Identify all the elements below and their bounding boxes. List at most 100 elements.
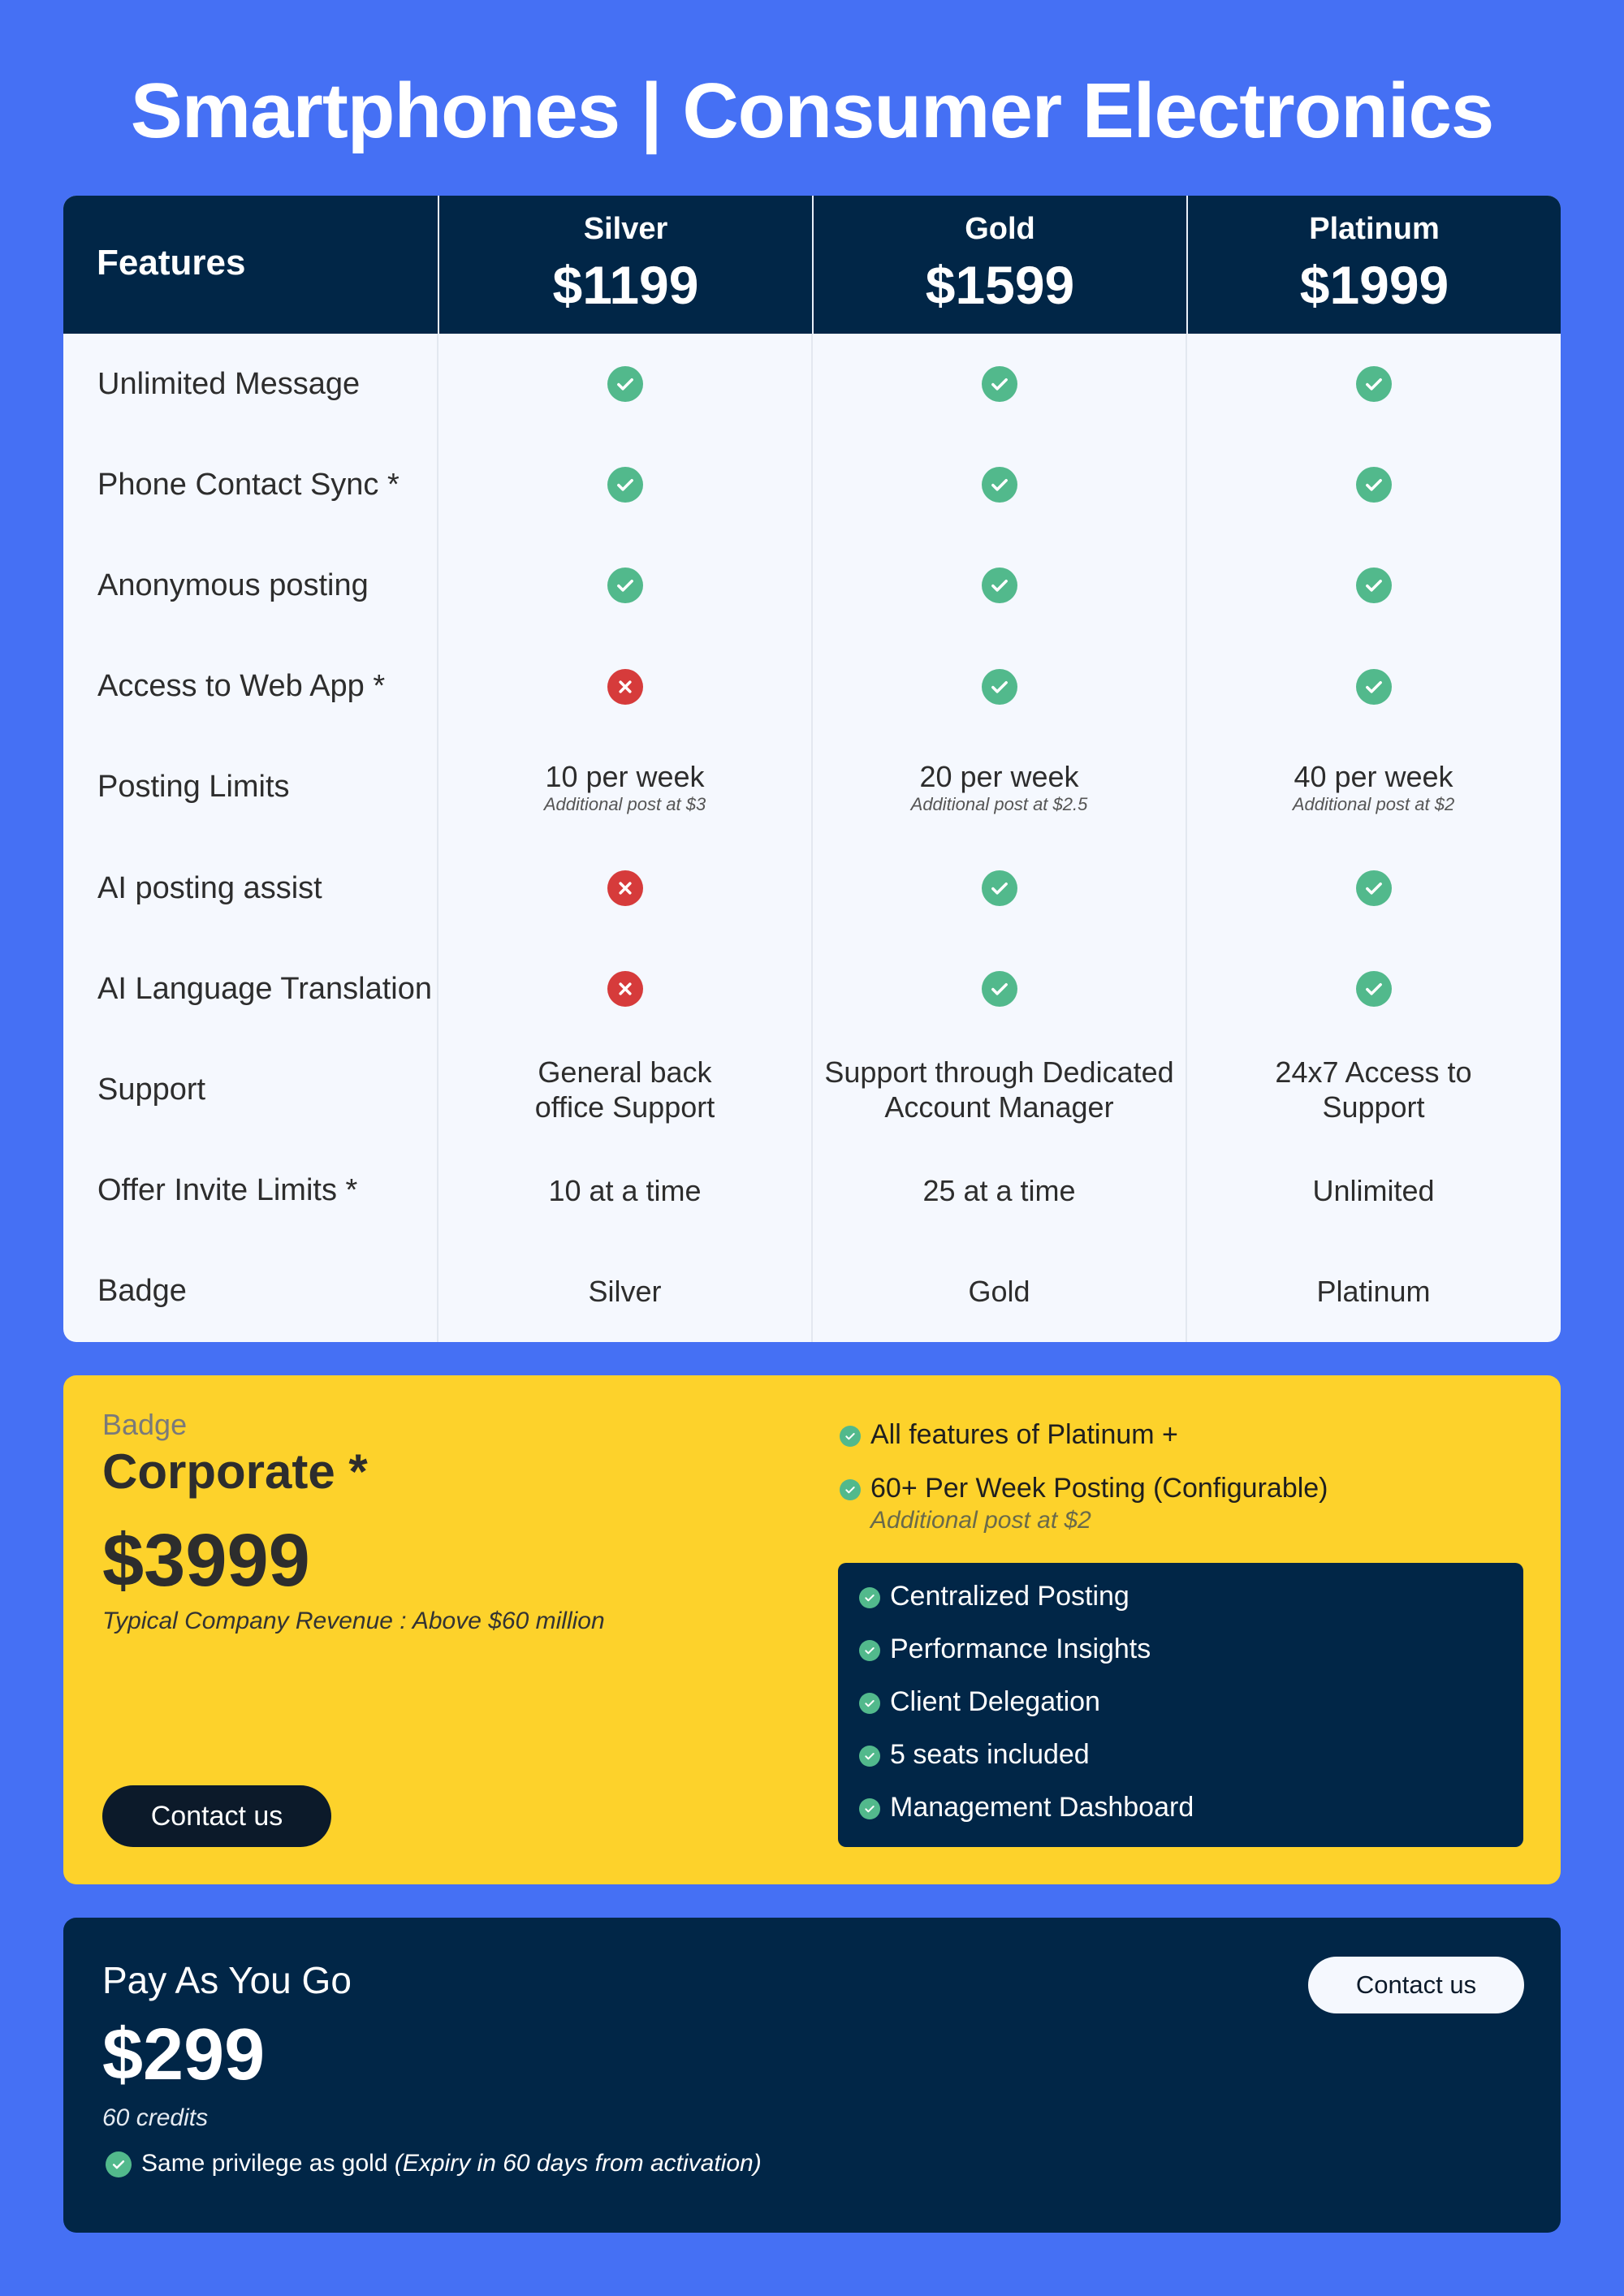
- check-icon: [981, 971, 1017, 1008]
- check-icon: [607, 467, 643, 503]
- cell-text: Support through Dedicated Account Manager: [824, 1055, 1173, 1124]
- check-icon: [981, 870, 1017, 907]
- check-icon: [859, 1798, 880, 1819]
- table-row: Anonymous posting: [63, 535, 1561, 636]
- cell-text: 20 per week Additional post at $2.5: [911, 759, 1088, 815]
- cell-silver: 10 per week Additional post at $3: [438, 737, 812, 838]
- extra-text: Client Delegation: [890, 1686, 1100, 1717]
- pay-as-you-go-card: Pay As You Go $299 60 credits Same privi…: [63, 1918, 1561, 2233]
- check-icon: [981, 467, 1017, 503]
- check-icon: [840, 1479, 861, 1500]
- cell-platinum: [1186, 434, 1561, 535]
- cell-platinum: Platinum: [1186, 1241, 1561, 1342]
- cell-gold: [812, 637, 1186, 737]
- payg-credits: 60 credits: [102, 2104, 209, 2131]
- feature-text: 60+ Per Week Posting (Configurable): [870, 1473, 1328, 1504]
- revenue-note: Typical Company Revenue : Above $60 mill…: [102, 1608, 605, 1634]
- cell-value: 40 per week: [1294, 760, 1453, 794]
- cell-silver: 10 at a time: [438, 1141, 812, 1241]
- cell-line: office Support: [534, 1090, 715, 1124]
- feature-name: Offer Invite Limits *: [97, 1173, 358, 1208]
- cell-line: Support through Dedicated: [824, 1055, 1174, 1090]
- cell-value: Unlimited: [1312, 1174, 1435, 1208]
- plan-header-platinum: Platinum $1999: [1186, 196, 1561, 334]
- extra-text: Management Dashboard: [890, 1792, 1194, 1823]
- table-row: AI Language Translation: [63, 939, 1561, 1039]
- check-icon: [859, 1746, 880, 1767]
- feature-text: All features of Platinum +: [870, 1419, 1178, 1450]
- cell-platinum: [1186, 637, 1561, 737]
- cell-gold: Support through Dedicated Account Manager: [812, 1039, 1186, 1140]
- feature-subtext: Additional post at $2: [870, 1507, 1091, 1534]
- check-icon: [981, 568, 1017, 604]
- table-body: Unlimited Message Phone Contact Sync * Ano…: [63, 334, 1561, 1342]
- cell-text: 25 at a time: [922, 1173, 1075, 1208]
- check-icon: [1355, 971, 1392, 1008]
- cell-text: 10 per week Additional post at $3: [544, 759, 706, 815]
- cell-text: 10 at a time: [548, 1173, 701, 1208]
- cell-line: Account Manager: [884, 1090, 1114, 1124]
- plan-price: $1199: [552, 255, 699, 315]
- cell-value: 10 at a time: [548, 1174, 702, 1208]
- plan-name: Silver: [583, 212, 668, 246]
- feature-name: Support: [97, 1072, 206, 1107]
- cell-platinum: [1186, 334, 1561, 434]
- cell-text: Unlimited: [1312, 1173, 1434, 1208]
- check-icon: [859, 1693, 880, 1714]
- table-row: Access to Web App *: [63, 637, 1561, 737]
- extra-text: 5 seats included: [890, 1739, 1090, 1770]
- cell-line: 24x7 Access to: [1275, 1055, 1472, 1090]
- payg-feature-text: Same privilege as gold (Expiry in 60 day…: [141, 2150, 762, 2177]
- table-row: Unlimited Message: [63, 334, 1561, 434]
- check-icon: [1355, 870, 1392, 907]
- cell-text: 40 per week Additional post at $2: [1293, 759, 1454, 815]
- table-header: Features Silver $1199 Gold $1599 Platinu…: [63, 196, 1561, 334]
- feature-name: Anonymous posting: [97, 568, 369, 602]
- check-icon: [981, 668, 1017, 705]
- cell-silver: [438, 334, 812, 434]
- payg-plan-price: $299: [102, 2014, 266, 2095]
- cell-gold: Gold: [812, 1241, 1186, 1342]
- check-icon: [607, 568, 643, 604]
- features-header: Features: [97, 243, 246, 283]
- table-row: Offer Invite Limits * 10 at a time 25 at a…: [63, 1141, 1561, 1241]
- check-icon: [981, 366, 1017, 403]
- cell-gold: [812, 434, 1186, 535]
- extra-text: Centralized Posting: [890, 1581, 1129, 1612]
- cell-subtext: Additional post at $2: [1292, 794, 1455, 815]
- cell-silver: Silver: [438, 1241, 812, 1342]
- cell-value: 25 at a time: [922, 1174, 1076, 1208]
- cell-line: General back: [538, 1055, 712, 1090]
- corporate-contact-button[interactable]: Contact us: [102, 1785, 331, 1847]
- cell-gold: 25 at a time: [812, 1141, 1186, 1241]
- table-row: Badge Silver Gold Platinum: [63, 1241, 1561, 1342]
- plan-header-silver: Silver $1199: [438, 196, 812, 334]
- cell-gold: [812, 334, 1186, 434]
- corporate-extras-panel: Centralized Posting Performance Insights…: [838, 1563, 1523, 1847]
- cell-value: 10 per week: [545, 760, 705, 794]
- cell-text: General back office Support: [535, 1055, 715, 1124]
- corporate-plan-card: Badge Corporate * $3999 Typical Company …: [63, 1375, 1561, 1884]
- payg-contact-button[interactable]: Contact us: [1308, 1957, 1524, 2013]
- cell-value: 20 per week: [919, 760, 1079, 794]
- check-icon: [1355, 366, 1392, 403]
- check-icon: [106, 2151, 132, 2177]
- check-icon: [1355, 568, 1392, 604]
- cell-text: Silver: [588, 1274, 661, 1309]
- feature-name: Phone Contact Sync *: [97, 467, 400, 502]
- cross-icon: [607, 870, 643, 907]
- cell-text: 24x7 Access to Support: [1275, 1055, 1471, 1124]
- payg-feature-label: Same privilege as gold: [141, 2150, 388, 2177]
- plan-price: $1599: [925, 255, 1075, 315]
- cell-gold: [812, 535, 1186, 636]
- pricing-table: Features Silver $1199 Gold $1599 Platinu…: [63, 196, 1561, 1342]
- payg-feature-note: (Expiry in 60 days from activation): [394, 2150, 762, 2177]
- feature-name: Access to Web App *: [97, 669, 386, 704]
- badge-label: Badge: [102, 1408, 188, 1441]
- cell-silver: [438, 637, 812, 737]
- feature-name: Posting Limits: [97, 770, 290, 805]
- check-icon: [1355, 668, 1392, 705]
- cell-gold: [812, 838, 1186, 939]
- cell-platinum: [1186, 535, 1561, 636]
- corporate-plan-name: Corporate *: [102, 1444, 368, 1499]
